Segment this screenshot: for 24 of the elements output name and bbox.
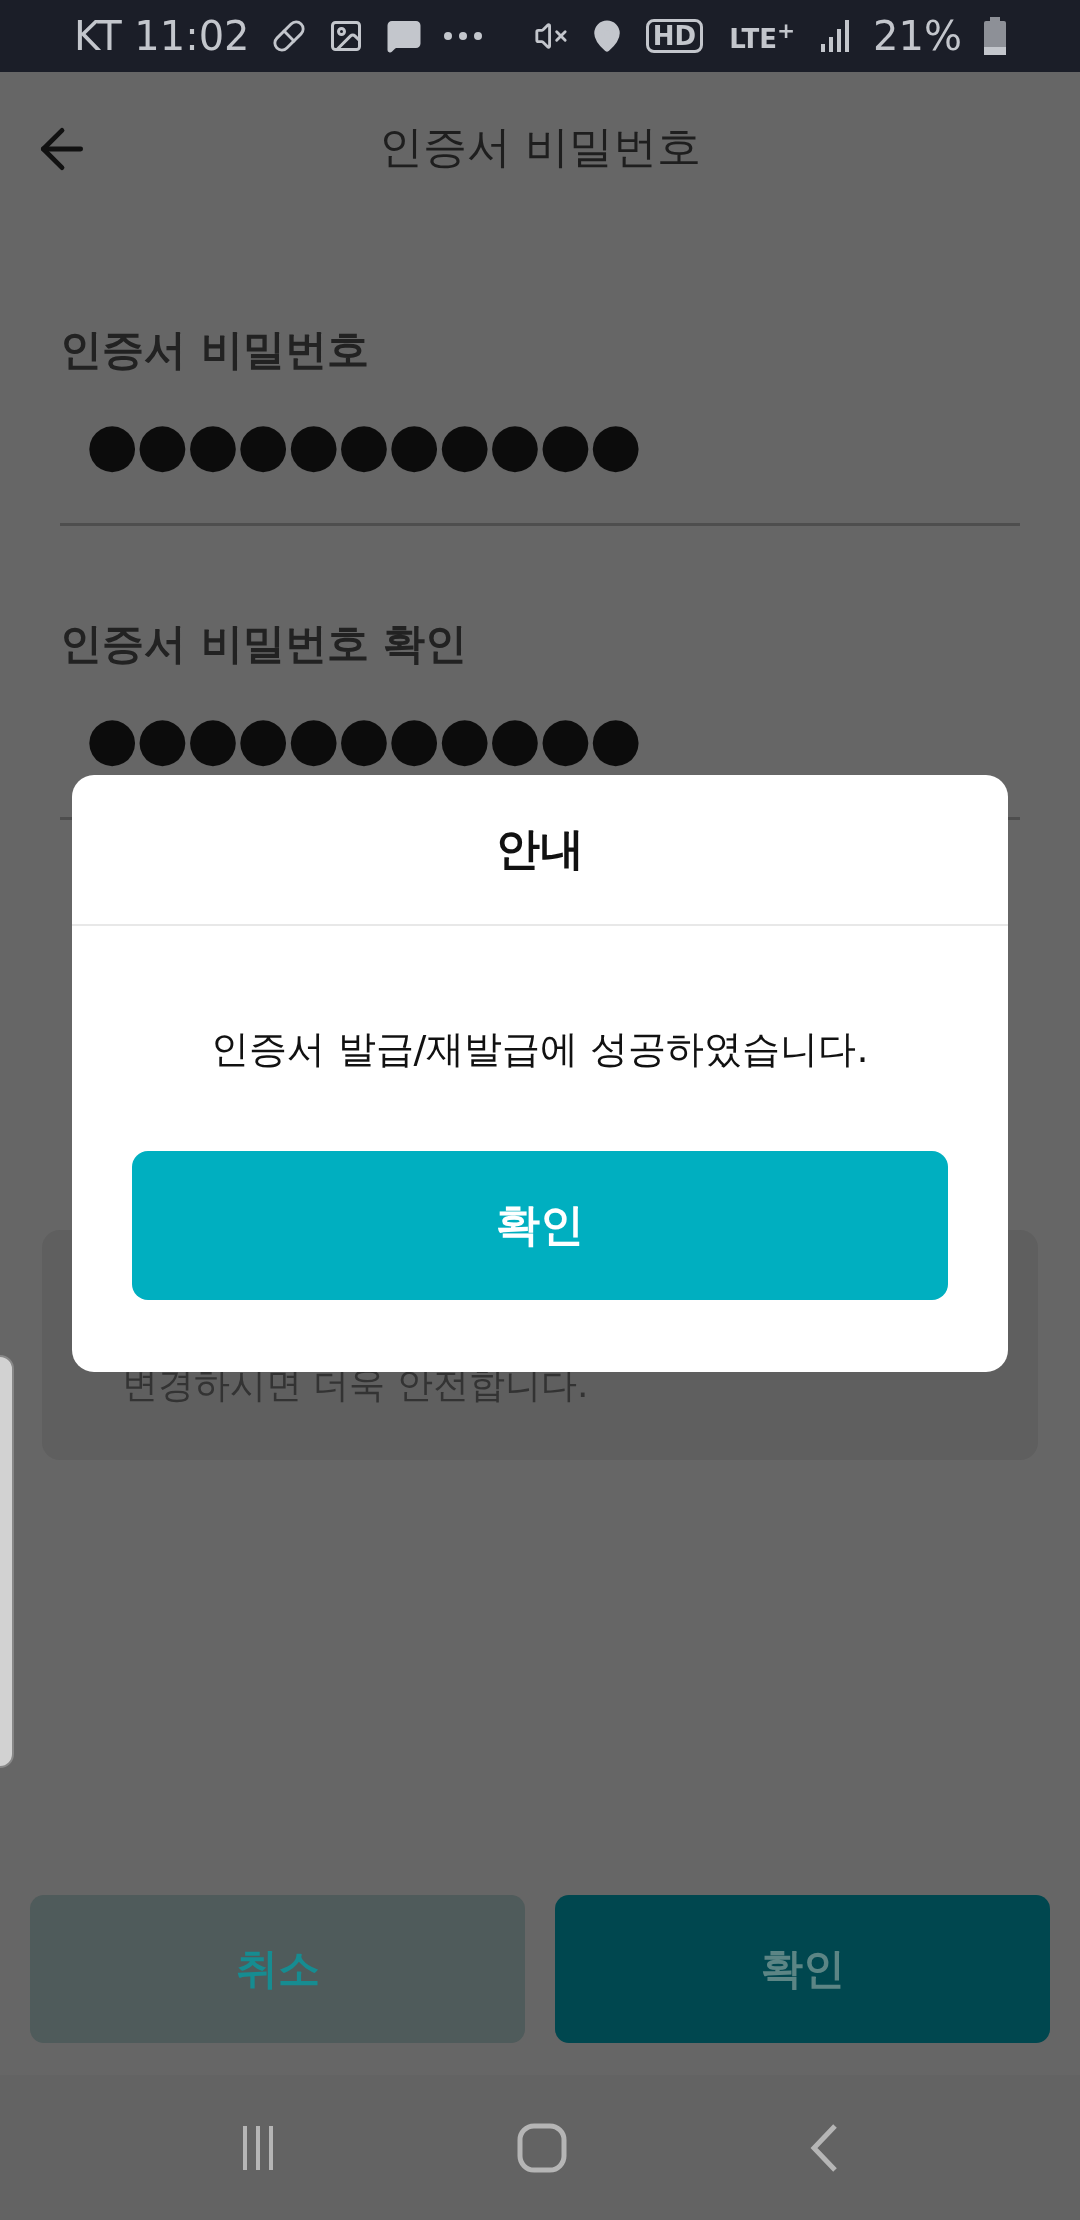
home-button[interactable] <box>517 2122 567 2173</box>
battery-percent: 21% <box>873 13 962 59</box>
password-field[interactable]: ●●●●●●●●●●● <box>60 396 1020 526</box>
network-label: HD <box>645 18 704 54</box>
battery-icon <box>984 17 1006 55</box>
back-icon <box>809 2122 839 2173</box>
network-label: LTE$^{+}$ <box>728 18 797 54</box>
page-title: 인증서 비밀번호 <box>379 119 701 174</box>
back-nav-button[interactable] <box>809 2122 839 2173</box>
cancel-button[interactable]: 취소 <box>30 1895 525 2043</box>
dialog-confirm-button[interactable]: 확인 <box>132 1151 948 1300</box>
dialog-title: 안내 <box>496 822 584 876</box>
more-icon <box>443 32 482 40</box>
carrier-time: KT 11:02 <box>74 13 250 59</box>
home-icon <box>517 2122 567 2173</box>
field-label: 인증서 비밀번호 <box>60 324 370 376</box>
recent-apps-button[interactable] <box>241 2125 275 2170</box>
dialog-message: 인증서 발급/재발급에 성공하였습니다. <box>210 1026 870 1073</box>
confirm-button[interactable]: 확인 <box>555 1895 1050 2043</box>
pill-icon <box>271 19 306 53</box>
signal-icon <box>821 20 852 52</box>
recent-apps-icon <box>241 2125 275 2170</box>
field-label: 인증서 비밀번호 확인 <box>60 618 469 670</box>
message-icon <box>385 18 422 54</box>
